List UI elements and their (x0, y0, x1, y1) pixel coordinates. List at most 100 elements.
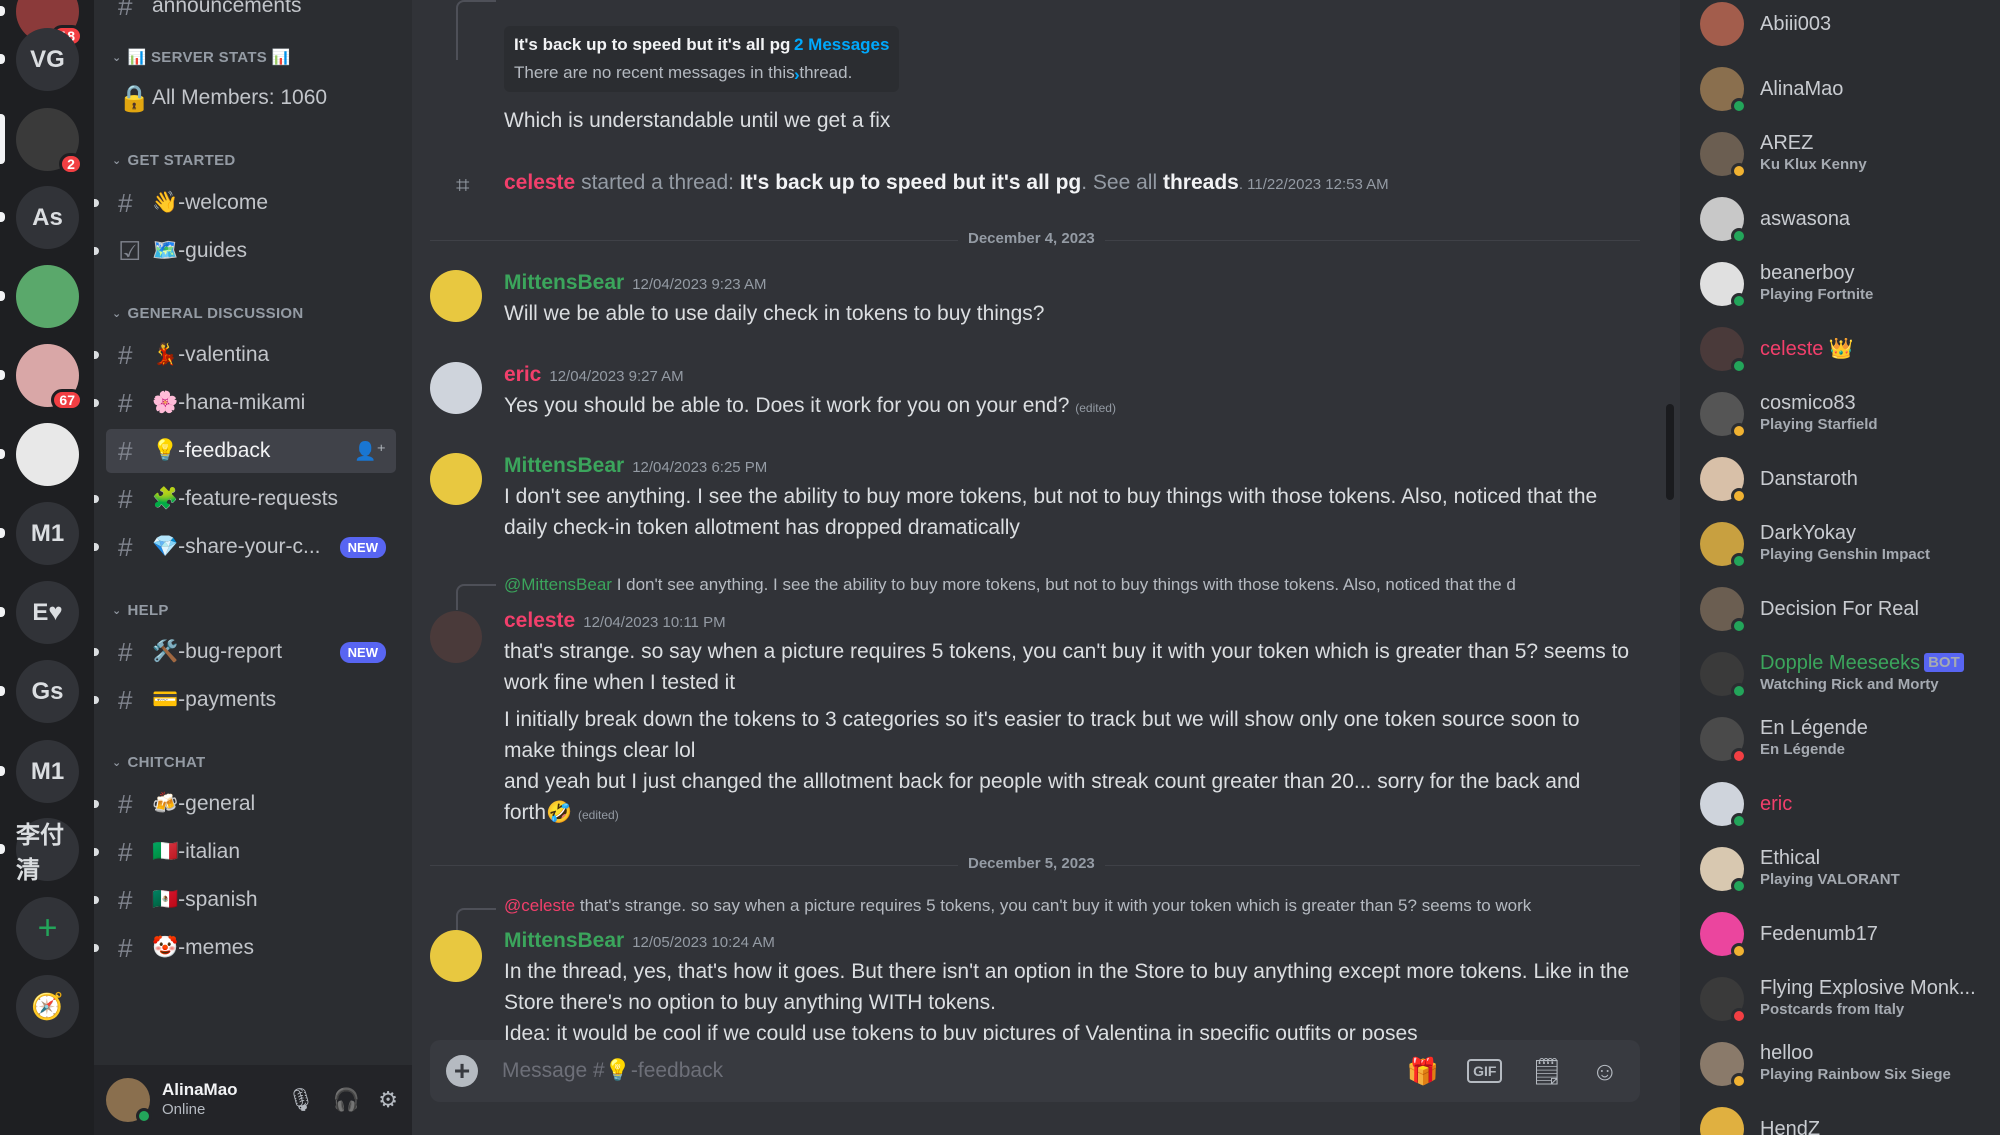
reply-preview[interactable]: @MittensBear I don't see anything. I see… (504, 575, 1624, 595)
server-icon[interactable]: As (16, 186, 79, 249)
channel-feedback[interactable]: # 💡-feedback 👤⁺ (106, 429, 396, 473)
explore-servers-icon[interactable]: 🧭 (16, 975, 79, 1038)
category-general-discussion[interactable]: ⌄ GENERAL DISCUSSION (112, 305, 304, 322)
avatar[interactable] (430, 453, 482, 505)
message-input-bar[interactable]: + Message #💡-feedback 🎁 GIF 🗒 ☺ (430, 1040, 1640, 1102)
member-item[interactable]: eric (1700, 774, 1990, 834)
system-author[interactable]: celeste (504, 171, 575, 194)
member-item[interactable]: DarkYokay Playing Genshin Impact (1700, 514, 1990, 574)
member-item[interactable]: helloo Playing Rainbow Six Siege (1700, 1034, 1990, 1094)
server-icon[interactable]: E♥ (16, 581, 79, 644)
server-icon[interactable] (16, 423, 79, 486)
message-author[interactable]: MittensBear (504, 454, 624, 477)
message-author[interactable]: eric (504, 363, 541, 386)
message-author[interactable]: MittensBear (504, 929, 624, 952)
avatar (1700, 1042, 1747, 1089)
server-icon[interactable] (16, 265, 79, 328)
reply-mention[interactable]: @celeste (504, 896, 575, 915)
avatar[interactable] (430, 362, 482, 414)
category-chitchat[interactable]: ⌄ CHITCHAT (112, 754, 205, 771)
category-get-started[interactable]: ⌄ GET STARTED (112, 152, 236, 169)
channel-spanish[interactable]: # 🇲🇽-spanish (94, 878, 396, 922)
message-author[interactable]: celeste (504, 609, 575, 632)
message-list: It's back up to speed but it's all pg 2 … (412, 0, 1652, 1045)
avatar[interactable] (106, 1078, 152, 1124)
member-item[interactable]: cosmico83 Playing Starfield (1700, 384, 1990, 444)
server-label: E♥ (32, 598, 63, 626)
channel-payments[interactable]: # 💳-payments (94, 678, 396, 722)
create-invite-icon[interactable]: 👤⁺ (354, 441, 386, 462)
chevron-down-icon: ⌄ (112, 605, 122, 617)
channel-valentina[interactable]: # 💃-valentina (94, 333, 396, 377)
emoji-icon[interactable]: ☺ (1591, 1056, 1618, 1087)
member-item[interactable]: En Légende En Légende (1700, 709, 1990, 769)
unread-indicator (94, 495, 99, 503)
channel-hana-mikami[interactable]: # 🌸-hana-mikami (94, 381, 396, 425)
thread-preview-card[interactable]: It's back up to speed but it's all pg 2 … (504, 26, 899, 92)
reply-mention[interactable]: @MittensBear (504, 575, 612, 594)
avatar (1700, 717, 1747, 764)
server-icon[interactable]: M1 (16, 502, 79, 565)
gift-icon[interactable]: 🎁 (1407, 1056, 1439, 1087)
member-item[interactable]: celeste 👑 (1700, 319, 1990, 379)
member-item[interactable]: Danstaroth (1700, 449, 1990, 509)
message-text: I initially break down the tokens to 3 c… (504, 708, 1580, 731)
add-attachment-icon[interactable]: + (446, 1055, 478, 1087)
avatar (1700, 197, 1747, 244)
server-icon[interactable]: 2 (16, 108, 83, 175)
member-item[interactable]: Ethical Playing VALORANT (1700, 839, 1990, 899)
thread-link[interactable]: It's back up to speed but it's all pg (740, 171, 1081, 194)
server-icon[interactable]: 67 (16, 344, 83, 411)
avatar[interactable] (430, 930, 482, 982)
member-item[interactable]: Flying Explosive Monk... Postcards from I… (1700, 969, 1990, 1029)
channel-guides[interactable]: ☑ 🗺️-guides (94, 229, 396, 273)
server-icon[interactable]: M1 (16, 740, 79, 803)
channel-memes[interactable]: # 🤡-memes (94, 926, 396, 970)
member-item[interactable]: Dopple Meeseeks BOT Watching Rick and Mort… (1700, 644, 1990, 704)
member-item[interactable]: AlinaMao (1700, 59, 1990, 119)
new-badge: NEW (339, 641, 386, 663)
unread-indicator (94, 247, 99, 255)
channel-italian[interactable]: # 🇮🇹-italian (94, 830, 396, 874)
gear-icon[interactable]: ⚙ (378, 1087, 398, 1113)
channel-bug-report[interactable]: # 🛠️-bug-report NEW (94, 630, 396, 674)
category-server-stats[interactable]: ⌄ 📊 SERVER STATS 📊 (112, 48, 291, 66)
channel-general[interactable]: # 🍻-general (94, 782, 396, 826)
channel-announcements[interactable]: # announcements (106, 0, 396, 28)
member-item[interactable]: Abiii003 (1700, 0, 1990, 54)
channel-feature-requests[interactable]: # 🧩-feature-requests (94, 477, 396, 521)
avatar (1700, 262, 1747, 309)
message-input[interactable]: Message #💡-feedback (502, 1059, 723, 1083)
message-author[interactable]: MittensBear (504, 271, 624, 294)
thread-icon: ⌗ (456, 172, 470, 199)
member-item[interactable]: Decision For Real (1700, 579, 1990, 639)
avatar[interactable] (430, 611, 482, 663)
channel-welcome[interactable]: # 👋-welcome (94, 181, 396, 225)
add-server-button[interactable]: + (16, 897, 79, 960)
member-item[interactable]: HendZ (1700, 1099, 1990, 1135)
member-item[interactable]: AREZ Ku Klux Kenny (1700, 124, 1990, 184)
member-item[interactable]: aswasona (1700, 189, 1990, 249)
user-info[interactable]: AlinaMao Online (162, 1080, 238, 1120)
status-indicator (1731, 293, 1747, 309)
headphones-icon[interactable]: 🎧 (333, 1087, 360, 1113)
member-item[interactable]: Fedenumb17 (1700, 904, 1990, 964)
member-item[interactable]: beanerboy Playing Fortnite (1700, 254, 1990, 314)
sticker-icon[interactable]: 🗒 (1530, 1056, 1563, 1087)
server-icon[interactable]: Gs (16, 660, 79, 723)
server-icon[interactable]: VG (16, 28, 79, 91)
reply-preview[interactable]: @celeste that's strange. so say when a p… (504, 896, 1624, 916)
threads-link[interactable]: threads (1163, 171, 1239, 194)
thread-title[interactable]: It's back up to speed but it's all pg (514, 30, 790, 60)
server-label: Gs (31, 677, 64, 705)
microphone-icon[interactable]: 🎙 (287, 1087, 315, 1113)
gif-button[interactable]: GIF (1467, 1059, 1503, 1083)
server-icon[interactable]: 李付清 (16, 818, 79, 884)
stat-all-members[interactable]: 🔒 All Members: 1060 (106, 76, 396, 120)
thread-subtitle: There are no recent messages in this thr… (514, 63, 853, 82)
channel-share-your-creations[interactable]: # 💎-share-your-c... NEW (94, 525, 396, 569)
scrollbar-thumb[interactable] (1666, 404, 1674, 500)
avatar[interactable] (430, 270, 482, 322)
status-indicator (1731, 228, 1747, 244)
category-help[interactable]: ⌄ HELP (112, 602, 169, 619)
